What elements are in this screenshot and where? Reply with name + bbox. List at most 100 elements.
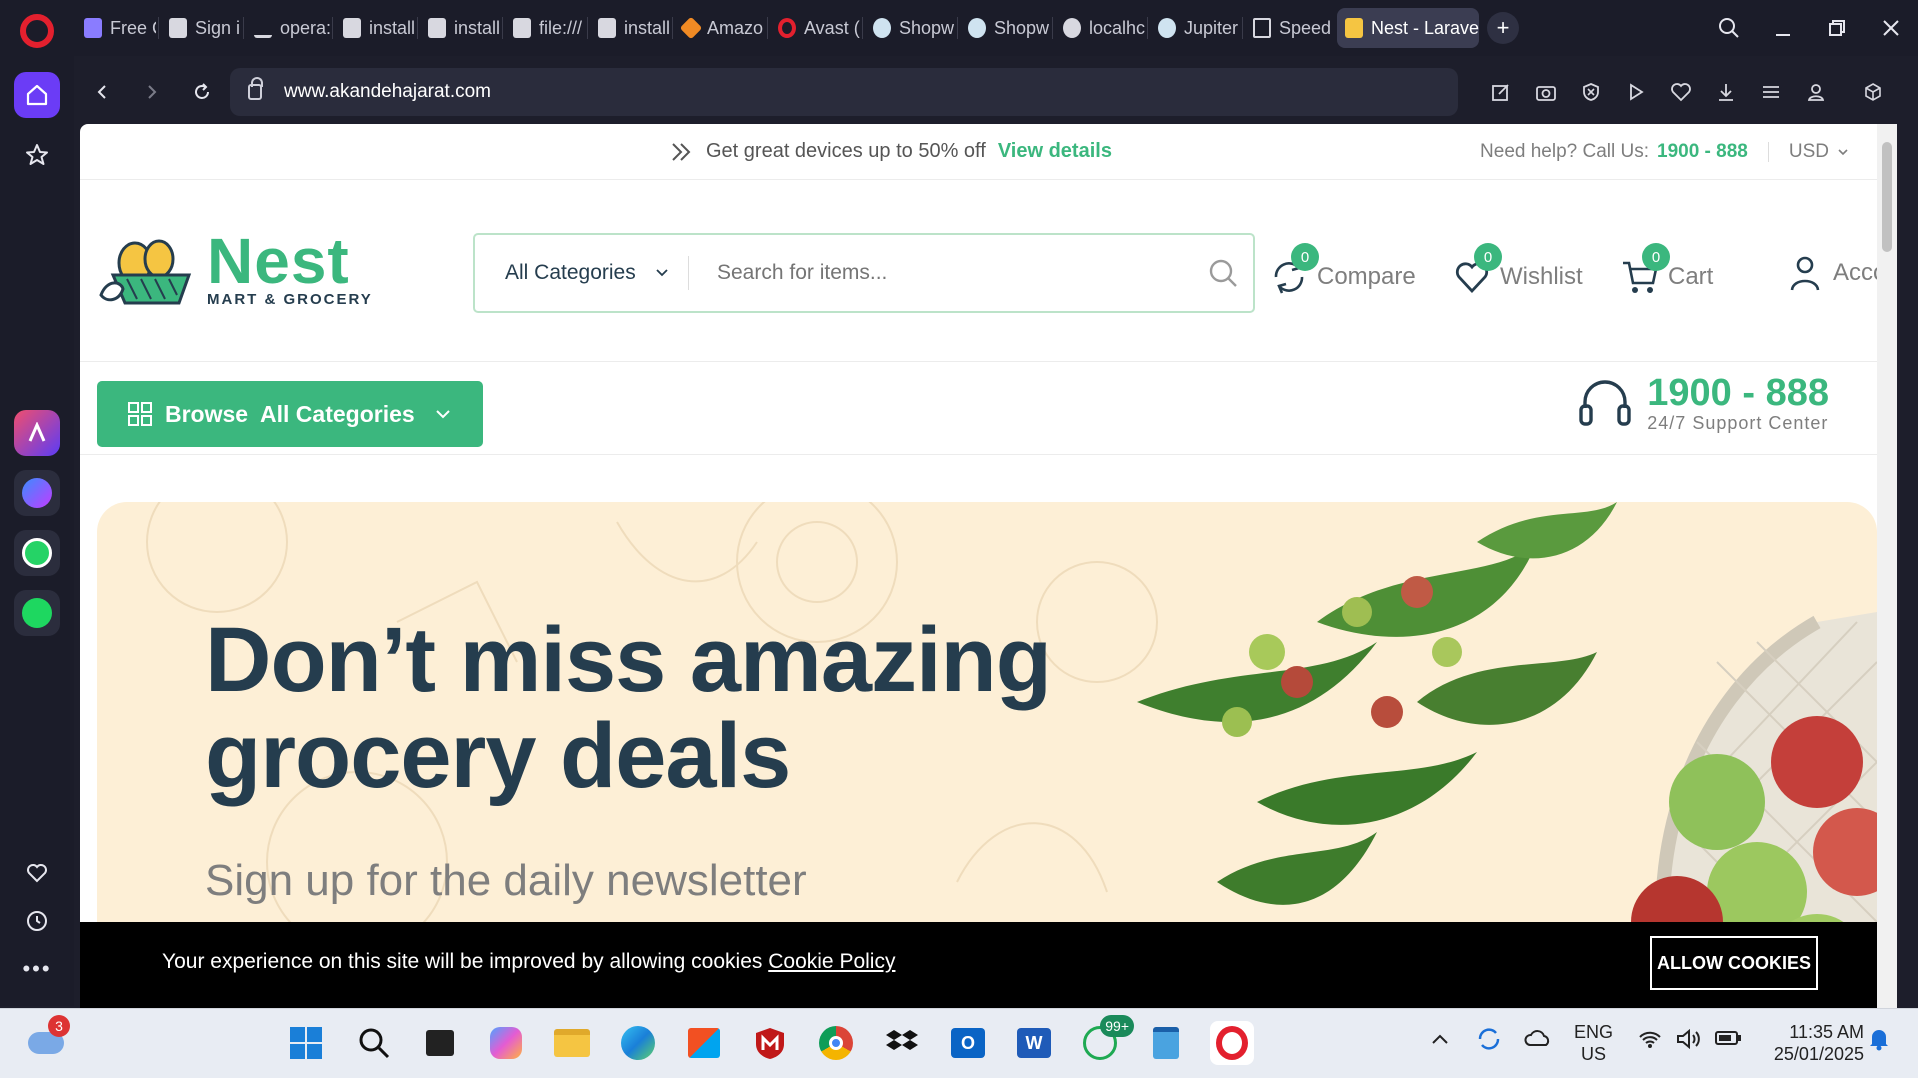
tab[interactable]: Jupiter: [1150, 8, 1240, 48]
tab-divider: [332, 17, 333, 39]
edge-icon[interactable]: [616, 1021, 660, 1065]
user-icon: [1783, 251, 1827, 295]
battery-icon[interactable]: [1714, 1029, 1742, 1052]
easy-setup-icon[interactable]: [1748, 68, 1793, 116]
tab[interactable]: file:///: [505, 8, 585, 48]
history-icon[interactable]: [14, 898, 60, 944]
site-logo[interactable]: Nest MART & GROCERY: [97, 229, 373, 309]
search-icon[interactable]: [1193, 258, 1253, 288]
weather-icon[interactable]: 3: [24, 1015, 70, 1065]
whatsapp-icon[interactable]: 99+: [1078, 1015, 1134, 1065]
tab-divider: [1052, 17, 1053, 39]
windows-start-icon[interactable]: [284, 1021, 328, 1065]
tab-active[interactable]: Nest - Larave: [1337, 8, 1479, 48]
support-contact: 1900 - 888 24/7 Support Center: [1577, 373, 1829, 434]
promo-banner: Get great devices up to 50% off View det…: [670, 140, 1112, 163]
language-indicator[interactable]: ENG US: [1574, 1021, 1613, 1065]
opera-taskbar-icon[interactable]: [1210, 1021, 1254, 1065]
tab[interactable]: localhc: [1055, 8, 1145, 48]
edit-icon[interactable]: [1478, 68, 1523, 116]
close-icon[interactable]: [1864, 0, 1918, 56]
wishlist-action[interactable]: 0 Wishlist: [1450, 243, 1583, 299]
help-phone[interactable]: 1900 - 888: [1657, 141, 1748, 163]
more-icon[interactable]: •••: [14, 946, 60, 992]
scrollbar-thumb[interactable]: [1882, 142, 1892, 252]
tab[interactable]: Sign in: [161, 8, 241, 48]
task-view-icon[interactable]: [418, 1021, 462, 1065]
browse-categories-button[interactable]: Browse All Categories: [97, 381, 483, 447]
grid-icon: [1253, 18, 1271, 38]
copilot-icon[interactable]: [484, 1021, 528, 1065]
tab[interactable]: install: [420, 8, 500, 48]
tab[interactable]: Speed: [1245, 8, 1335, 48]
url-field[interactable]: www.akandehajarat.com: [230, 68, 1458, 116]
tab-strip: Free Cl Sign in opera:/ install install …: [76, 6, 1519, 50]
spotify-icon[interactable]: [14, 590, 60, 636]
home-icon[interactable]: [14, 72, 60, 118]
aria-icon[interactable]: [14, 410, 60, 456]
browser-tab-bar: Free Cl Sign in opera:/ install install …: [0, 0, 1918, 56]
cart-icon: 0: [1618, 243, 1670, 299]
outlook-icon[interactable]: O: [946, 1021, 990, 1065]
onedrive-icon[interactable]: [1524, 1029, 1552, 1052]
star-icon[interactable]: [14, 132, 60, 178]
forward-icon[interactable]: [128, 68, 176, 116]
allow-cookies-button[interactable]: ALLOW COOKIES: [1650, 936, 1818, 990]
back-icon[interactable]: [78, 68, 126, 116]
cookie-policy-link[interactable]: Cookie Policy: [768, 950, 895, 973]
camera-icon[interactable]: [1523, 68, 1568, 116]
chrome-icon[interactable]: [814, 1021, 858, 1065]
sync-icon[interactable]: [1476, 1027, 1502, 1056]
search-icon[interactable]: [352, 1021, 396, 1065]
volume-icon[interactable]: [1676, 1028, 1702, 1054]
shop-icon: [873, 18, 891, 38]
profile-icon[interactable]: [1793, 68, 1838, 116]
compare-label: Compare: [1317, 263, 1416, 290]
download-icon[interactable]: [1703, 68, 1748, 116]
compare-action[interactable]: 0 Compare: [1267, 243, 1416, 299]
adblock-icon[interactable]: [1568, 68, 1613, 116]
tab[interactable]: install: [590, 8, 670, 48]
new-tab-button[interactable]: +: [1487, 12, 1519, 44]
favorites-heart-icon[interactable]: [1658, 68, 1703, 116]
store-icon[interactable]: [682, 1021, 726, 1065]
heart-icon[interactable]: [14, 850, 60, 896]
support-phone[interactable]: 1900 - 888: [1647, 373, 1829, 413]
promo-link[interactable]: View details: [998, 140, 1112, 163]
minimize-icon[interactable]: [1756, 0, 1810, 56]
tab[interactable]: Amazo: [675, 8, 765, 48]
tray-chevron-icon[interactable]: [1430, 1029, 1450, 1051]
messenger-icon[interactable]: [14, 470, 60, 516]
dropbox-icon[interactable]: [880, 1021, 924, 1065]
whatsapp-icon[interactable]: [14, 530, 60, 576]
file-icon: [598, 18, 616, 38]
search-input[interactable]: [689, 261, 1193, 285]
clock[interactable]: 11:35 AM 25/01/2025: [1760, 1021, 1864, 1065]
opera-logo-icon[interactable]: [20, 14, 54, 48]
wifi-icon[interactable]: [1638, 1029, 1662, 1054]
tab[interactable]: Shopw: [865, 8, 955, 48]
play-icon[interactable]: [1613, 68, 1658, 116]
tab[interactable]: install: [335, 8, 415, 48]
page-scrollbar[interactable]: [1877, 124, 1897, 1008]
reload-icon[interactable]: [178, 68, 226, 116]
tab[interactable]: Avast (: [770, 8, 860, 48]
promo-text: Get great devices up to 50% off: [706, 140, 986, 162]
cart-action[interactable]: 0 Cart: [1618, 243, 1713, 299]
file-explorer-icon[interactable]: [550, 1021, 594, 1065]
category-select[interactable]: All Categories: [475, 256, 689, 290]
currency-select[interactable]: USD: [1789, 141, 1829, 163]
search-tabs-icon[interactable]: [1702, 0, 1756, 56]
support-label: 24/7 Support Center: [1647, 413, 1829, 433]
tab[interactable]: opera:/: [246, 8, 330, 48]
weather-badge: 3: [48, 1015, 70, 1037]
restore-icon[interactable]: [1810, 0, 1864, 56]
mcafee-icon[interactable]: [748, 1021, 792, 1065]
tab[interactable]: Free Cl: [76, 8, 156, 48]
extensions-cube-icon[interactable]: [1850, 68, 1895, 116]
tab[interactable]: Shopw: [960, 8, 1050, 48]
notepad-icon[interactable]: [1144, 1021, 1188, 1065]
word-icon[interactable]: W: [1012, 1021, 1056, 1065]
divider: [1767, 142, 1769, 162]
notification-bell-icon[interactable]: [1868, 1027, 1890, 1056]
